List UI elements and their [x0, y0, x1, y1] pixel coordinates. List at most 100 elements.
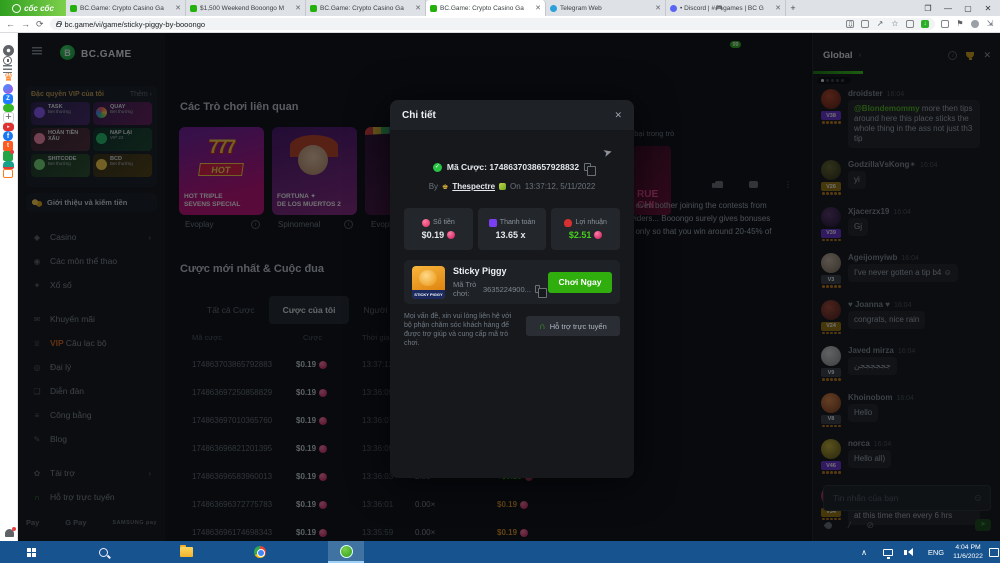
tab-close-icon[interactable]: ✕ — [775, 4, 781, 12]
browser-tab[interactable]: BC.Game: Crypto Casino Ga ✕ — [66, 0, 186, 16]
bet-username-link[interactable]: Thespectre — [452, 182, 495, 191]
adblock-shield-icon[interactable] — [906, 20, 914, 28]
bet-stat-box: Lợi nhuận $2.51 — [551, 208, 620, 250]
tab-title: BC.Game: Crypto Casino Ga — [440, 5, 532, 12]
download-manager-icon[interactable]: ↓ — [921, 20, 929, 28]
stat-icon — [489, 219, 497, 227]
coccoc-logo-icon — [12, 4, 21, 13]
browser-tab[interactable]: $1,500 Weekend Booongo M ✕ — [186, 0, 306, 16]
url-text[interactable]: bc.game/vi/game/sticky-piggy-by-booongo — [65, 20, 842, 29]
history-icon[interactable] — [3, 56, 12, 65]
maximize-button[interactable]: ▢ — [964, 4, 972, 13]
game-id: 3635224900... — [483, 285, 531, 294]
flag-icon[interactable]: ⚑ — [956, 20, 964, 28]
bcgame-site: B BC.GAME Đặc quyền VIP của tôi Thêm › T… — [18, 33, 1000, 541]
forward-icon[interactable]: → — [21, 20, 30, 29]
action-center-icon[interactable] — [988, 541, 1000, 563]
reload-icon[interactable]: ⟳ — [36, 20, 44, 29]
chrome-icon[interactable] — [248, 541, 272, 563]
bet-datetime: 13:37:12, 5/11/2022 — [525, 182, 596, 191]
zalo-icon[interactable]: Z — [3, 94, 13, 104]
minimize-button[interactable]: — — [944, 4, 952, 13]
facebook-icon[interactable]: f — [3, 131, 13, 141]
tab-favicon — [190, 5, 197, 12]
modal-header: Chi tiết ✕ — [390, 100, 634, 130]
settings-icon[interactable] — [3, 45, 14, 56]
crown-icon: ♚ — [442, 183, 448, 191]
bcd-coin-icon — [447, 231, 455, 239]
tab-title: • Discord | #🎮games | BC G — [680, 4, 772, 12]
messenger-icon[interactable] — [3, 84, 13, 94]
copy-icon[interactable] — [584, 163, 591, 171]
tab-close-icon[interactable]: ✕ — [415, 4, 421, 12]
tray-expand-icon[interactable]: ∧ — [856, 541, 872, 563]
coccoc-brand: cốc cốc — [0, 0, 66, 16]
new-tab-button[interactable]: + — [786, 0, 800, 16]
save-media-icon[interactable]: ⇩ — [846, 20, 854, 28]
copy-icon[interactable] — [535, 285, 540, 293]
taskbar-clock[interactable]: 4:04 PM11/6/2022 — [950, 541, 986, 563]
back-icon[interactable]: ← — [6, 20, 15, 29]
tab-title: Telegram Web — [560, 5, 652, 12]
screen: cốc cốc BC.Game: Crypto Casino Ga ✕ $1,5… — [0, 0, 1000, 563]
browser-tab[interactable]: BC.Game: Crypto Casino Ga ✕ — [426, 0, 546, 16]
browser-tabbar: cốc cốc BC.Game: Crypto Casino Ga ✕ $1,5… — [0, 0, 1000, 16]
bookmark-star-icon[interactable]: ☆ — [891, 20, 899, 28]
bcd-coin-icon — [594, 231, 602, 239]
windows-taskbar: ∧ ENG 4:04 PM11/6/2022 — [0, 541, 1000, 563]
stat-icon — [422, 219, 430, 227]
address-bar[interactable]: bc.game/vi/game/sticky-piggy-by-booongo … — [50, 18, 935, 30]
modal-close-icon[interactable]: ✕ — [614, 110, 622, 121]
lock-icon — [56, 23, 61, 27]
fashion-icon[interactable] — [3, 161, 14, 169]
tab-preview-icon[interactable]: ❐ — [924, 4, 932, 13]
browser-tab[interactable]: • Discord | #🎮games | BC G ✕ — [666, 0, 786, 16]
start-button[interactable] — [20, 541, 42, 563]
taskbar-search-icon[interactable] — [92, 541, 114, 563]
extensions-icon[interactable] — [941, 20, 949, 28]
play-now-button[interactable]: Chơi Ngay — [548, 272, 612, 293]
bet-by-row: By ♚ Thespectre On 13:37:12, 5/11/2022 — [390, 182, 634, 191]
coccoc-sidebar-rail: ♛ Z + ▸ f t — [0, 33, 18, 541]
deals-icon[interactable] — [3, 151, 13, 161]
headset-icon: ∩ — [539, 322, 545, 331]
bet-details-modal: Chi tiết ✕ ➤ ✓ Mã Cược: 1748637038657928… — [390, 100, 634, 478]
youtube-icon[interactable]: ▸ — [3, 123, 14, 131]
translate-icon[interactable] — [861, 20, 869, 28]
modal-title: Chi tiết — [402, 110, 436, 121]
browser-tab[interactable]: Telegram Web ✕ — [546, 0, 666, 16]
modal-share-icon[interactable]: ➤ — [601, 145, 613, 160]
tab-title: $1,500 Weekend Booongo M — [200, 5, 292, 12]
cart-icon[interactable] — [3, 169, 13, 178]
tab-close-icon[interactable]: ✕ — [175, 4, 181, 12]
live-support-button[interactable]: ∩ Hỗ trợ trực tuyến — [526, 316, 620, 336]
support-note: Mọi vấn đề, xin vui lòng liên hệ với bộ … — [404, 312, 516, 348]
tab-favicon — [70, 5, 77, 12]
sticky-piggy-thumb[interactable]: STICKY PIGGY — [412, 266, 445, 299]
volume-icon[interactable] — [902, 541, 918, 563]
stat-icon — [564, 219, 572, 227]
file-explorer-icon[interactable] — [174, 541, 198, 563]
vip-crown-icon[interactable]: ♛ — [3, 73, 14, 84]
tab-favicon — [430, 5, 437, 12]
downloads-tray-icon[interactable]: ⇲ — [986, 20, 994, 28]
browser-tab[interactable]: BC.Game: Crypto Casino Ga ✕ — [306, 0, 426, 16]
coccoc-taskbar-icon[interactable] — [328, 541, 364, 563]
share-icon[interactable]: ↗ — [876, 20, 884, 28]
modal-bet-id: 1748637038657928832 — [489, 162, 579, 172]
bet-stat-box: Số tiền $0.19 — [404, 208, 473, 250]
profile-icon[interactable] — [971, 20, 979, 28]
add-shortcut-icon[interactable]: + — [3, 112, 14, 123]
close-window-button[interactable]: ✕ — [984, 4, 992, 13]
tab-title: BC.Game: Crypto Casino Ga — [80, 5, 172, 12]
tab-close-icon[interactable]: ✕ — [655, 4, 661, 12]
display-connect-icon[interactable] — [880, 541, 896, 563]
tab-close-icon[interactable]: ✕ — [295, 4, 301, 12]
tab-title: BC.Game: Crypto Casino Ga — [320, 5, 412, 12]
notifications-bell-icon[interactable] — [5, 529, 14, 537]
tab-favicon — [310, 5, 317, 12]
tab-favicon — [550, 5, 557, 12]
tab-close-icon[interactable]: ✕ — [535, 4, 541, 12]
language-indicator[interactable]: ENG — [924, 541, 948, 563]
tab-favicon — [670, 5, 677, 12]
